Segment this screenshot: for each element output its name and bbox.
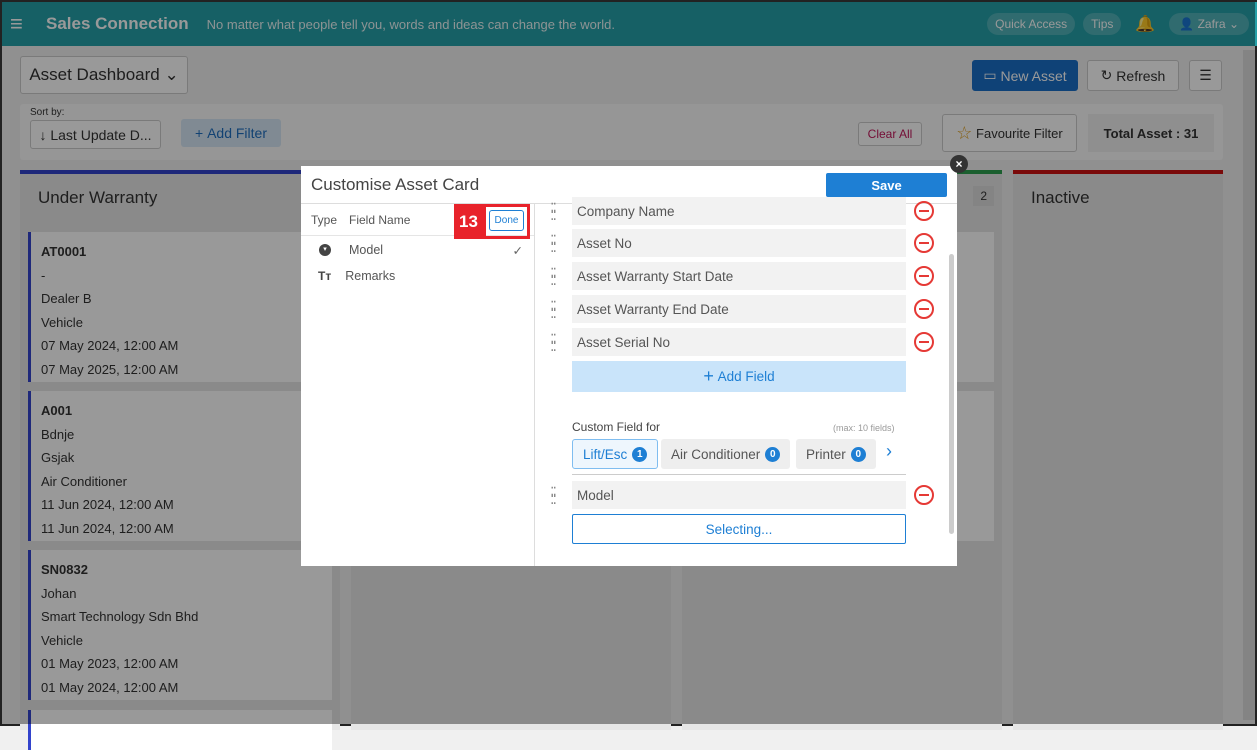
field-row: Asset No	[572, 229, 906, 257]
step-badge: 13	[454, 204, 483, 239]
check-icon: ✓	[512, 243, 523, 258]
done-button[interactable]: Done	[489, 210, 524, 231]
plus-icon: +	[703, 366, 714, 386]
add-field-button[interactable]: + Add Field	[572, 361, 906, 392]
drag-handle-icon[interactable]: ⁚⁚ ⁚⁚	[550, 485, 562, 506]
custom-field-row: Model	[572, 481, 906, 509]
tab-label: Air Conditioner	[671, 446, 761, 462]
field-row: Asset Warranty Start Date	[572, 262, 906, 290]
drag-handle-icon[interactable]: ⁚⁚ ⁚⁚	[550, 332, 562, 353]
remove-icon[interactable]	[914, 299, 934, 319]
drag-handle-icon[interactable]: ⁚⁚ ⁚⁚	[550, 233, 562, 254]
text-icon: Tт	[318, 269, 332, 283]
remove-icon[interactable]	[914, 332, 934, 352]
divider	[572, 474, 906, 475]
drag-handle-icon[interactable]: ⁚⁚ ⁚⁚	[550, 299, 562, 320]
selecting-button[interactable]: Selecting...	[572, 514, 906, 544]
remove-icon[interactable]	[914, 233, 934, 253]
drag-handle-icon[interactable]: ⁚⁚ ⁚⁚	[550, 266, 562, 287]
field-row: Asset Warranty End Date	[572, 295, 906, 323]
customise-asset-card-dialog: Customise Asset Card Save Type Field Nam…	[301, 166, 957, 566]
tab-air-conditioner[interactable]: Air Conditioner 0	[661, 439, 791, 469]
add-field-label: Add Field	[717, 369, 775, 384]
tab-count: 0	[765, 446, 781, 462]
modal-scrollbar[interactable]	[949, 254, 954, 534]
field-name-header: Field Name	[349, 212, 411, 227]
field-option-model[interactable]: ▾ Model ✓	[301, 238, 535, 262]
field-row: Company Name	[572, 197, 906, 225]
drag-handle-icon[interactable]: ⁚⁚ ⁚⁚	[550, 201, 562, 222]
tab-label: Lift/Esc	[583, 446, 628, 462]
dialog-title: Customise Asset Card	[311, 174, 480, 194]
custom-field-label: Custom Field for	[572, 420, 661, 434]
type-header: Type	[311, 212, 338, 227]
field-option-label: Model	[349, 243, 384, 257]
available-fields-panel: Type Field Name 13 Done ▾ Model ✓ Tт Rem…	[301, 204, 535, 566]
max-fields-note: (max: 10 fields)	[833, 423, 895, 433]
remove-icon[interactable]	[914, 485, 934, 505]
selected-fields-panel: ⁚⁚ ⁚⁚ Company Name ⁚⁚ ⁚⁚ Asset No ⁚⁚ ⁚⁚ Asset …	[536, 197, 957, 566]
tab-count: 1	[632, 446, 648, 462]
dropdown-icon: ▾	[319, 244, 331, 256]
chevron-right-icon[interactable]: ›	[886, 441, 892, 462]
field-row: Asset Serial No	[572, 328, 906, 356]
remove-icon[interactable]	[914, 201, 934, 221]
tab-printer[interactable]: Printer 0	[796, 439, 876, 469]
close-dialog-button[interactable]: ×	[950, 155, 968, 173]
field-option-remarks[interactable]: Tт Remarks	[301, 264, 535, 288]
tab-label: Printer	[806, 446, 846, 462]
tab-lift-esc[interactable]: Lift/Esc 1	[572, 439, 659, 469]
remove-icon[interactable]	[914, 266, 934, 286]
field-option-label: Remarks	[345, 269, 396, 283]
tab-count: 0	[850, 446, 866, 462]
save-button[interactable]: Save	[826, 173, 947, 197]
